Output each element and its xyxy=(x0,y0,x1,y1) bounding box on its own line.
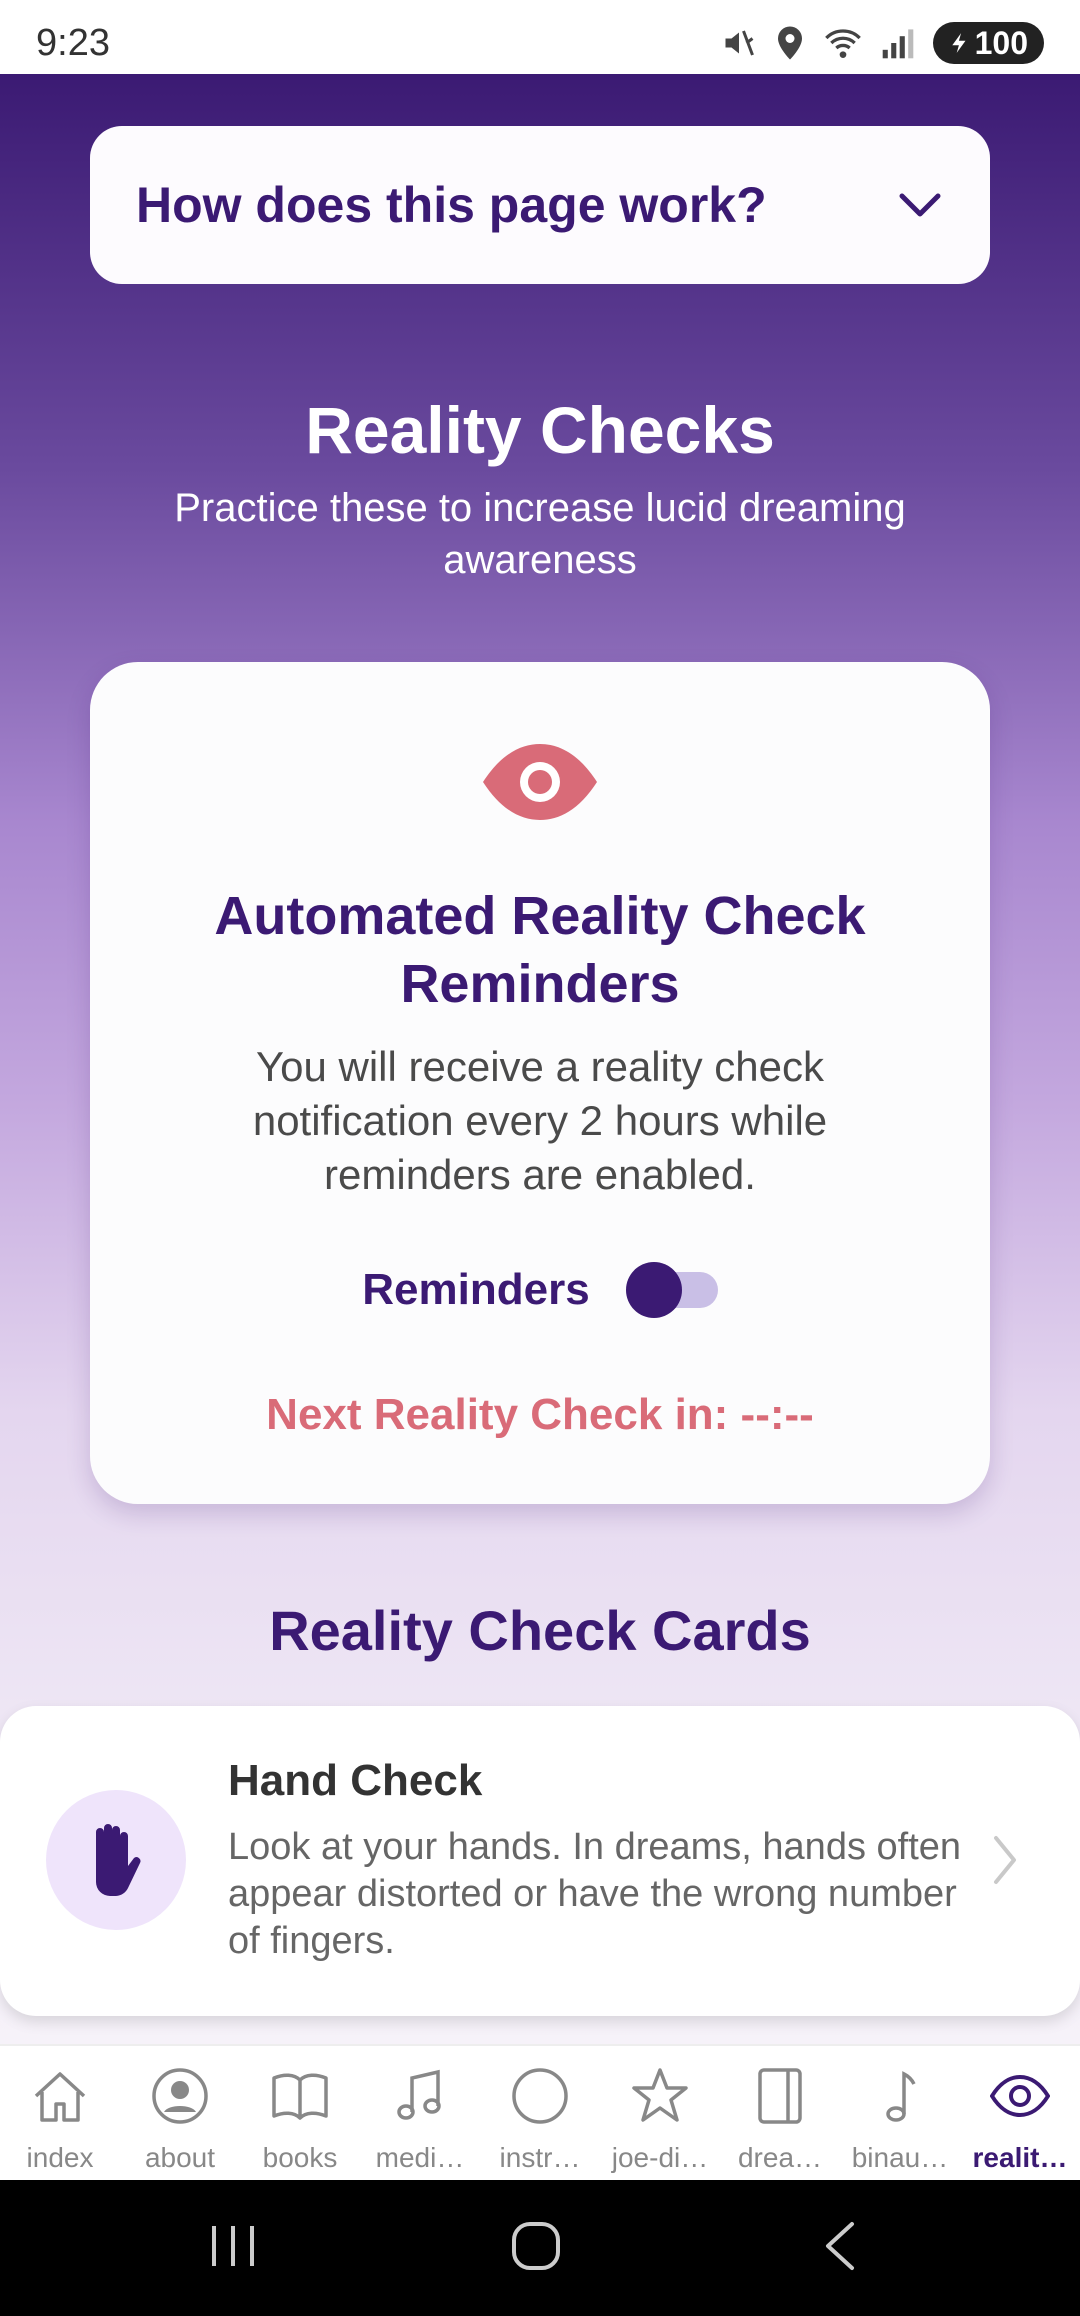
chevron-right-icon xyxy=(994,1836,1016,1884)
card-description: Look at your hands. In dreams, hands oft… xyxy=(228,1826,962,1962)
reality-check-card-hand[interactable]: Hand Check Look at your hands. In dreams… xyxy=(0,1706,1080,2016)
page-title: Reality Checks xyxy=(305,393,775,467)
page-subtitle: Practice these to increase lucid dreamin… xyxy=(174,486,906,582)
tab-reality-checks[interactable]: realit… xyxy=(960,2046,1080,2182)
reminder-description: You will receive a reality check notific… xyxy=(252,1043,828,1198)
tab-label: realit… xyxy=(972,2142,1068,2173)
note-icon xyxy=(886,2071,916,2122)
reminder-card: Automated Reality Check Reminders You wi… xyxy=(90,662,990,1504)
tab-label: joe-di… xyxy=(611,2142,709,2173)
reminder-toggle-label: Reminders xyxy=(362,1265,590,1314)
user-circle-icon xyxy=(152,2068,208,2124)
signal-icon xyxy=(882,29,913,59)
tab-label: drea… xyxy=(737,2142,823,2173)
reminders-toggle[interactable] xyxy=(625,1262,718,1318)
back-icon[interactable] xyxy=(820,2220,860,2272)
tab-label: binau… xyxy=(851,2142,949,2173)
card-title: Hand Check xyxy=(228,1756,483,1805)
hand-icon-badge xyxy=(46,1790,186,1930)
book-open-icon xyxy=(758,2068,802,2124)
status-icons: 100 xyxy=(721,22,1044,64)
wifi-icon xyxy=(824,29,861,58)
mute-icon xyxy=(725,30,754,56)
recent-apps-icon[interactable] xyxy=(208,2220,258,2272)
tab-label: medi… xyxy=(375,2142,465,2173)
eye-icon xyxy=(990,2074,1050,2118)
tab-label: about xyxy=(144,2142,216,2173)
tab-binaural[interactable]: binau… xyxy=(840,2046,960,2182)
book-icon xyxy=(272,2073,328,2120)
battery-level: 100 xyxy=(974,24,1028,61)
help-accordion[interactable]: How does this page work? xyxy=(90,126,990,284)
home-icon xyxy=(34,2072,86,2122)
tab-instructions[interactable]: instr… xyxy=(480,2046,600,2182)
tab-label: instr… xyxy=(499,2142,581,2173)
charging-icon xyxy=(951,33,966,53)
tab-label: index xyxy=(26,2142,94,2173)
system-nav-bar xyxy=(0,2180,1080,2316)
bottom-tab-bar: index about books medi… instr… joe-di… d… xyxy=(0,2044,1080,2180)
toggle-knob xyxy=(625,1262,682,1318)
tab-joe-dispenza[interactable]: joe-di… xyxy=(600,2046,720,2182)
eye-icon xyxy=(483,744,597,820)
tab-index[interactable]: index xyxy=(0,2046,120,2182)
circle-icon xyxy=(512,2068,568,2124)
cards-heading: Reality Check Cards xyxy=(269,1599,811,1662)
status-bar: 9:23 100 xyxy=(0,0,1080,74)
tab-books[interactable]: books xyxy=(240,2046,360,2182)
hand-icon xyxy=(96,1824,141,1896)
chevron-down-icon xyxy=(899,193,941,217)
location-icon xyxy=(777,26,802,60)
reminder-title: Automated Reality Check Reminders xyxy=(214,886,866,1014)
music-note-icon xyxy=(397,2069,441,2120)
help-title: How does this page work? xyxy=(136,177,767,233)
tab-meditation[interactable]: medi… xyxy=(360,2046,480,2182)
home-button-icon[interactable] xyxy=(510,2220,562,2272)
tab-dream-journal[interactable]: drea… xyxy=(720,2046,840,2182)
next-check-countdown: Next Reality Check in: --:-- xyxy=(266,1390,814,1439)
tab-label: books xyxy=(262,2142,338,2173)
tab-about[interactable]: about xyxy=(120,2046,240,2182)
star-icon xyxy=(632,2068,688,2122)
reminder-toggle-row: Reminders xyxy=(90,1262,990,1318)
battery-indicator: 100 xyxy=(932,22,1044,64)
status-time: 9:23 xyxy=(36,22,110,64)
main-content[interactable]: How does this page work? Reality Checks … xyxy=(0,74,1080,2044)
